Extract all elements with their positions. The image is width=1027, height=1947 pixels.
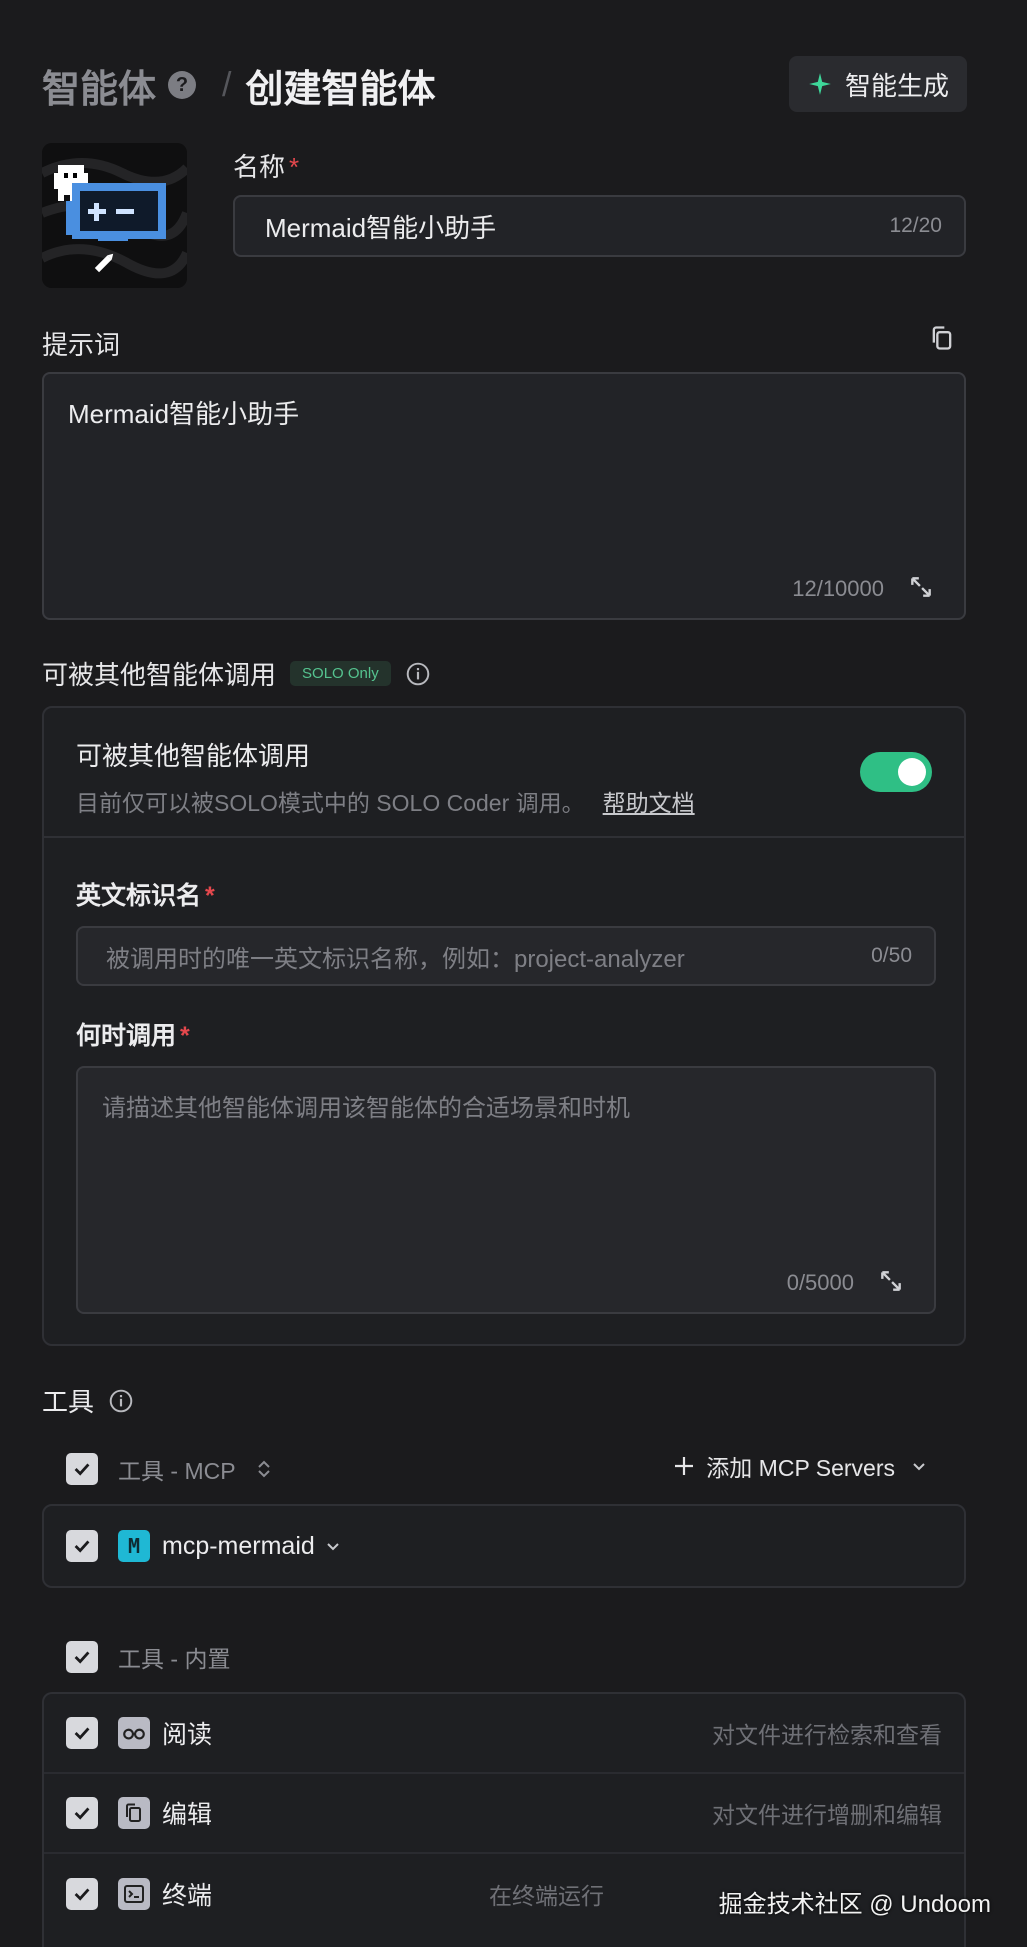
mcp-item[interactable]: M mcp-mermaid	[44, 1506, 964, 1586]
builtin-group-checkbox[interactable]	[66, 1641, 98, 1673]
callable-toggle-row: 可被其他智能体调用 目前仅可以被SOLO模式中的 SOLO Coder 调用。帮…	[44, 708, 964, 838]
english-id-placeholder: 被调用时的唯一英文标识名称，例如：project-analyzer	[106, 945, 685, 973]
page-title: 创建智能体	[245, 68, 436, 111]
required-mark: *	[180, 1022, 190, 1050]
watermark: 掘金技术社区 @ Undoom	[718, 1891, 991, 1918]
chevron-down-icon[interactable]	[325, 1538, 341, 1554]
chevron-down-icon	[913, 1463, 925, 1471]
tool-checkbox[interactable]	[66, 1878, 98, 1910]
builtin-group-header: 工具 - 内置	[66, 1640, 230, 1674]
copy-icon[interactable]	[928, 324, 956, 352]
required-mark: *	[205, 882, 215, 910]
breadcrumb-separator: /	[222, 65, 232, 104]
check-icon	[74, 1888, 90, 1901]
page-header: 智能体 ? / 创建智能体 智能生成	[42, 56, 967, 114]
expand-icon[interactable]	[878, 1268, 904, 1294]
info-icon[interactable]	[108, 1388, 134, 1414]
breadcrumb-parent[interactable]: 智能体	[42, 58, 156, 113]
mcp-group-label: 工具 - MCP	[118, 1458, 236, 1484]
mcp-item-checkbox[interactable]	[66, 1530, 98, 1562]
when-counter: 0/5000	[786, 1270, 854, 1295]
smart-generate-button[interactable]: 智能生成	[788, 56, 967, 112]
english-id-label: 英文标识名 *	[76, 882, 215, 910]
builtin-tool-read[interactable]: 阅读 对文件进行检索和查看	[44, 1694, 964, 1774]
builtin-tool-edit[interactable]: 编辑 对文件进行增删和编辑	[44, 1774, 964, 1854]
callable-card: 可被其他智能体调用 目前仅可以被SOLO模式中的 SOLO Coder 调用。帮…	[42, 706, 966, 1346]
prompt-value: Mermaid智能小助手	[68, 399, 300, 429]
help-icon[interactable]: ?	[168, 71, 197, 99]
help-docs-link[interactable]: 帮助文档	[603, 790, 695, 816]
prompt-textarea[interactable]: Mermaid智能小助手 12/10000	[42, 372, 966, 620]
files-icon	[118, 1797, 150, 1829]
plus-icon	[675, 1457, 694, 1475]
glasses-icon	[118, 1717, 150, 1749]
callable-card-title: 可被其他智能体调用	[76, 741, 311, 771]
name-value: Mermaid智能小助手	[265, 212, 497, 243]
create-agent-page: 智能体 ? / 创建智能体 智能生成 名称 * Mermaid智能小助手 12/…	[0, 0, 1027, 1947]
sparkle-icon	[809, 73, 831, 95]
prompt-label: 提示词	[42, 330, 121, 360]
tools-title: 工具	[42, 1382, 134, 1419]
english-id-input[interactable]: 被调用时的唯一英文标识名称，例如：project-analyzer 0/50	[76, 926, 936, 986]
sort-icon[interactable]	[256, 1458, 272, 1480]
prompt-counter: 12/10000	[792, 576, 884, 601]
mcp-item-name: mcp-mermaid	[162, 1531, 315, 1560]
name-label: 名称 *	[233, 152, 300, 182]
mcp-mermaid-icon: M	[118, 1530, 150, 1562]
mcp-list: M mcp-mermaid	[42, 1504, 966, 1588]
tool-checkbox[interactable]	[66, 1717, 98, 1749]
avatar-image	[42, 143, 187, 288]
agent-avatar[interactable]	[42, 143, 187, 288]
required-mark: *	[289, 152, 300, 182]
tool-checkbox[interactable]	[66, 1797, 98, 1829]
name-input[interactable]: Mermaid智能小助手 12/20	[233, 195, 966, 257]
expand-icon[interactable]	[908, 574, 934, 600]
add-mcp-button[interactable]: 添加 MCP Servers	[672, 1449, 927, 1483]
tool-name: 终端	[162, 1882, 213, 1910]
tool-description: 对文件进行增删和编辑	[712, 1802, 942, 1828]
terminal-icon	[118, 1878, 150, 1910]
tool-name: 阅读	[162, 1721, 213, 1749]
check-icon	[74, 1651, 90, 1664]
when-label: 何时调用 *	[76, 1022, 190, 1050]
check-icon	[74, 1463, 90, 1476]
mcp-group-checkbox[interactable]	[66, 1453, 98, 1485]
callable-description: 目前仅可以被SOLO模式中的 SOLO Coder 调用。 帮助文档	[76, 790, 695, 816]
tool-description: 在终端运行	[489, 1883, 604, 1909]
info-icon[interactable]	[405, 661, 431, 687]
english-id-counter: 0/50	[871, 944, 912, 967]
check-icon	[74, 1727, 90, 1740]
when-placeholder: 请描述其他智能体调用该智能体的合适场景和时机	[102, 1095, 630, 1122]
when-textarea[interactable]: 请描述其他智能体调用该智能体的合适场景和时机 0/5000	[76, 1066, 936, 1314]
builtin-group-label: 工具 - 内置	[118, 1646, 231, 1672]
tools-title-text: 工具	[42, 1387, 95, 1417]
check-icon	[74, 1807, 90, 1820]
mcp-group-header: 工具 - MCP	[66, 1452, 272, 1486]
check-icon	[74, 1540, 90, 1553]
tool-description: 对文件进行检索和查看	[712, 1722, 942, 1748]
tool-name: 编辑	[162, 1801, 213, 1829]
add-mcp-label: 添加 MCP Servers	[706, 1455, 895, 1481]
name-counter: 12/20	[889, 214, 942, 237]
smart-generate-label: 智能生成	[844, 70, 949, 101]
callable-title-text: 可被其他智能体调用	[42, 660, 277, 690]
callable-section-title: 可被其他智能体调用 SOLO Only	[42, 655, 431, 692]
solo-only-badge: SOLO Only	[290, 661, 391, 686]
callable-toggle[interactable]	[860, 752, 932, 792]
